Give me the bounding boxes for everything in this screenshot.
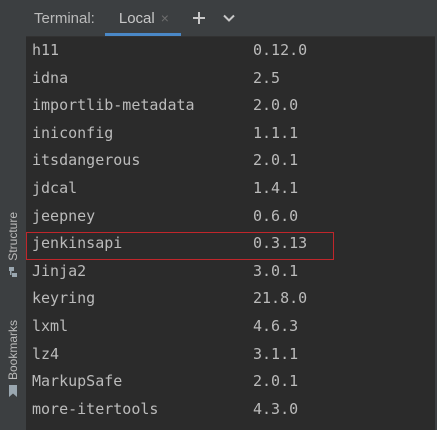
close-icon[interactable]: ×: [161, 10, 169, 26]
package-version: 3.0.1: [253, 261, 299, 280]
bookmark-icon: [9, 385, 17, 398]
package-version: 4.6.3: [253, 317, 299, 335]
package-name: h11: [32, 41, 60, 59]
package-version: 0.3.13: [253, 234, 308, 253]
structure-icon: [9, 266, 17, 277]
package-version: 2.0.1: [253, 151, 299, 170]
structure-label: Structure: [6, 212, 20, 261]
new-tab-button[interactable]: [191, 10, 207, 26]
package-name: more-itertools: [32, 399, 159, 418]
package-version: 0.12.0: [253, 41, 308, 59]
package-version: 2.0.0: [253, 96, 299, 115]
package-name: Jinja2: [32, 261, 87, 280]
chevron-down-icon: [223, 14, 235, 22]
package-version: 2.0.1: [253, 372, 299, 391]
package-version: 0.6.0: [253, 206, 299, 225]
package-version: 21.8.0: [253, 289, 308, 308]
package-version: 1.1.1: [253, 123, 299, 142]
ide-window: Structure Bookmarks Terminal: Local × h1…: [0, 0, 437, 430]
package-name: MarkupSafe: [32, 372, 123, 391]
package-version: 3.1.1: [253, 344, 299, 363]
package-name: importlib-metadata: [32, 96, 195, 115]
plus-icon: [192, 12, 205, 24]
active-tab-indicator: [104, 33, 181, 36]
package-name: jenkinsapi: [32, 234, 123, 253]
package-name: iniconfig: [32, 123, 114, 142]
package-name: itsdangerous: [32, 151, 141, 170]
package-name: lz4: [32, 344, 60, 363]
tab-local-label: Local: [118, 9, 155, 27]
package-name: keyring: [32, 289, 96, 308]
package-version: 2.5: [253, 68, 281, 87]
bookmarks-label: Bookmarks: [6, 320, 20, 381]
bookmarks-tool-button[interactable]: Bookmarks: [2, 320, 24, 398]
terminal-toolwindow-header: Terminal: Local ×: [26, 0, 437, 37]
structure-tool-button[interactable]: Structure: [2, 212, 24, 279]
package-version: 4.3.0: [253, 399, 299, 418]
left-tool-stripe: Structure Bookmarks: [0, 0, 27, 430]
package-name: lxml: [32, 317, 69, 335]
package-name: jeepney: [32, 206, 96, 225]
terminal-output[interactable]: h11 0.12.0 idna 2.5 importlib-metadata 2.0.0 i…: [26, 37, 437, 430]
package-name: jdcal: [32, 179, 78, 197]
tab-local[interactable]: Local ×: [104, 0, 181, 36]
terminal-title: Terminal:: [34, 9, 95, 27]
package-name: idna: [32, 68, 69, 87]
package-version: 1.4.1: [253, 179, 299, 197]
tab-options-dropdown[interactable]: [221, 10, 237, 26]
